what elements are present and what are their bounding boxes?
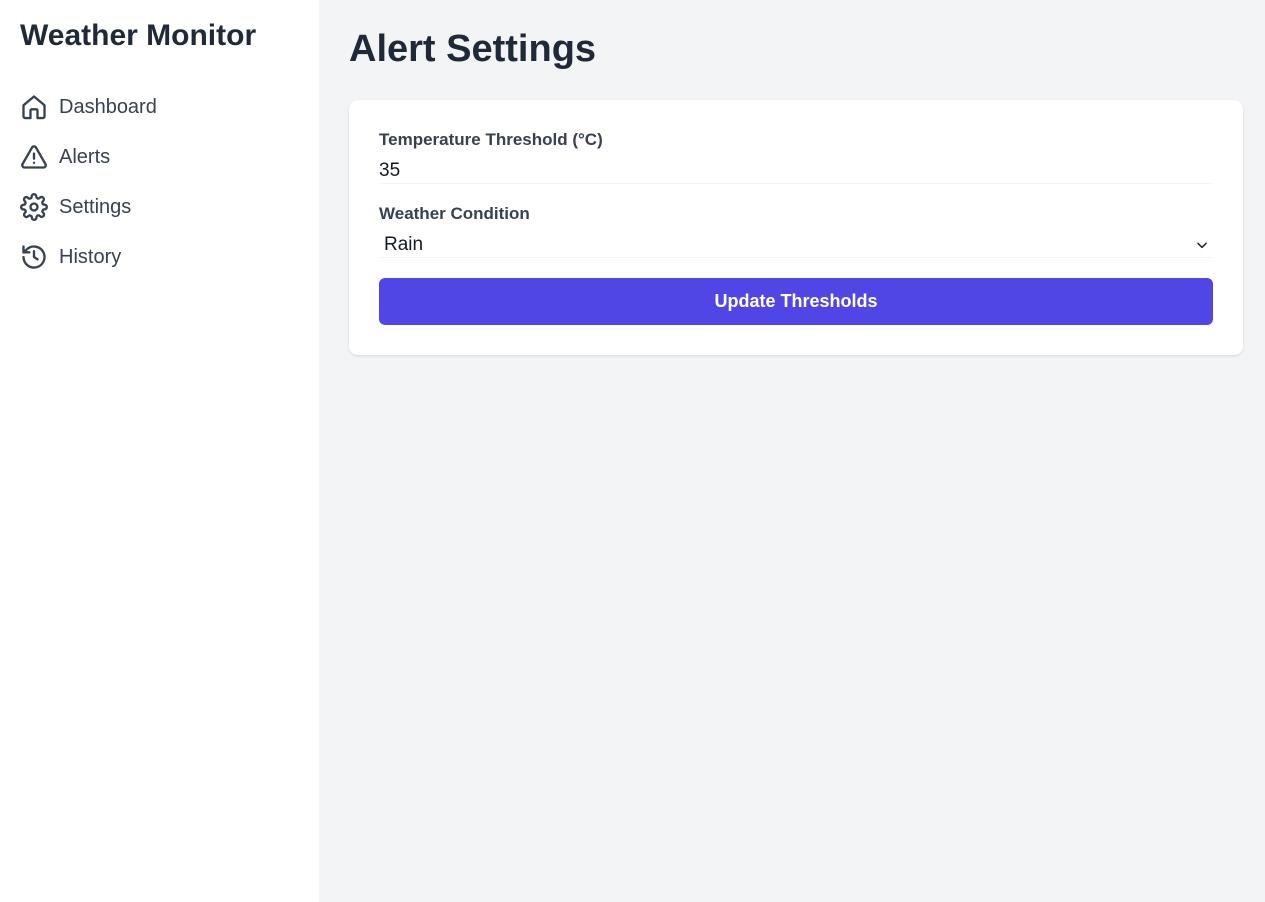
condition-field-group: Weather Condition Rain [379,204,1213,258]
temperature-label: Temperature Threshold (°C) [379,130,603,149]
app-title: Weather Monitor [20,19,257,52]
sidebar-item-label: Dashboard [59,95,157,118]
selected-condition: Rain [384,233,424,255]
update-thresholds-button[interactable]: Update Thresholds [379,278,1213,325]
sidebar-item-label: Alerts [59,145,111,168]
condition-label: Weather Condition [379,204,530,223]
temperature-threshold-input[interactable] [379,158,1213,184]
chevron-down-icon [1195,238,1209,252]
sidebar-item-alerts[interactable]: Alerts [20,132,299,182]
temperature-field-group: Temperature Threshold (°C) [379,130,1213,184]
home-icon [20,93,48,121]
alert-settings-card: Temperature Threshold (°C) Weather Condi… [349,100,1243,355]
history-icon [20,243,48,271]
sidebar-item-label: History [59,245,122,268]
sidebar-item-settings[interactable]: Settings [20,182,299,232]
main-content: Alert Settings Temperature Threshold (°C… [319,0,1265,902]
sidebar-item-label: Settings [59,195,132,218]
app-shell: Weather Monitor Dashboard Alerts Setting… [0,0,1265,902]
page-title: Alert Settings [349,28,597,70]
sidebar-item-history[interactable]: History [20,232,299,282]
sidebar: Weather Monitor Dashboard Alerts Setting… [0,0,319,902]
weather-condition-select[interactable]: Rain [379,232,1213,258]
gear-icon [20,193,48,221]
warning-icon [20,143,48,171]
sidebar-item-dashboard[interactable]: Dashboard [20,82,299,132]
sidebar-nav: Dashboard Alerts Settings History [20,82,299,282]
